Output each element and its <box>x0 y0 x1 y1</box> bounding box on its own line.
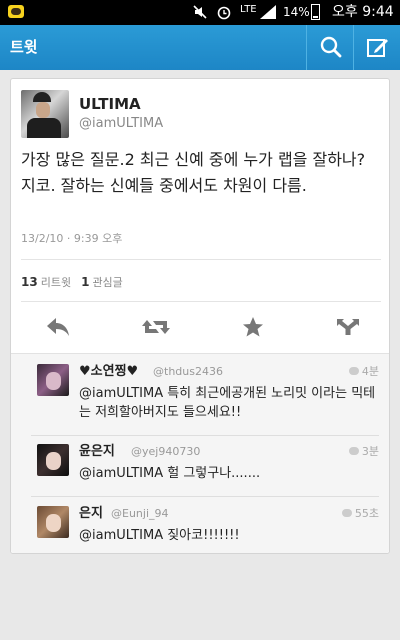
kakaotalk-icon <box>8 5 24 18</box>
action-bar: 트윗 <box>0 25 400 70</box>
retweet-count[interactable]: 13 <box>21 275 38 289</box>
alarm-icon <box>216 4 232 25</box>
status-clock: 오후 9:44 <box>332 4 394 20</box>
reply-text: @iamULTIMA 짖아코!!!!!!! <box>79 528 240 543</box>
battery-percent: 14% <box>283 5 310 19</box>
reply-time: 55초 <box>341 507 379 521</box>
more-icon <box>337 319 359 335</box>
lte-label: LTE <box>240 4 257 15</box>
favorite-count[interactable]: 1 <box>81 275 89 289</box>
author-name[interactable]: ULTIMA <box>79 95 141 113</box>
divider <box>21 259 381 260</box>
conversation-icon <box>341 509 352 517</box>
search-icon <box>320 36 342 58</box>
reply-avatar[interactable] <box>37 444 69 476</box>
author-avatar[interactable] <box>21 90 69 138</box>
reply-text: @iamULTIMA 특히 최근에공개된 노리밋 이라는 믹테는 저희할아버지도… <box>79 386 376 420</box>
reply-name[interactable]: 윤은지 <box>79 444 115 460</box>
tweet-stats: 13 리트윗 1 관심글 <box>21 275 123 290</box>
signal-icon <box>258 4 278 25</box>
reply-icon <box>47 318 69 336</box>
reply-item[interactable]: ♥소연찡♥ @thdus2436 4분 @iamULTIMA 특히 최근에공개된… <box>11 364 389 424</box>
conversation-icon <box>348 367 359 375</box>
divider <box>21 301 381 302</box>
reply-avatar[interactable] <box>37 364 69 396</box>
retweet-label[interactable]: 리트윗 <box>41 276 71 289</box>
battery-icon <box>311 4 320 20</box>
author-handle[interactable]: @iamULTIMA <box>79 116 163 132</box>
tweet-card: ULTIMA @iamULTIMA 가장 많은 질문.2 최근 신예 중에 누가… <box>10 78 390 554</box>
more-button[interactable] <box>327 312 367 342</box>
divider <box>31 496 379 497</box>
reply-name[interactable]: ♥소연찡♥ <box>79 364 138 380</box>
reply-name[interactable]: 은지 <box>79 506 103 522</box>
tweet-text: 가장 많은 질문.2 최근 신예 중에 누가 랩을 잘하나? 지코. 잘하는 신… <box>21 150 366 195</box>
divider <box>31 435 379 436</box>
retweet-button[interactable] <box>133 312 173 342</box>
reply-item[interactable]: 은지 @Eunji_94 55초 @iamULTIMA 짖아코!!!!!!! <box>11 506 389 548</box>
reply-button[interactable] <box>37 312 77 342</box>
reply-text: @iamULTIMA 헐 그렇구나....... <box>79 466 261 481</box>
page-title: 트윗 <box>10 38 38 56</box>
reply-handle[interactable]: @yej940730 <box>131 445 200 459</box>
reply-handle[interactable]: @thdus2436 <box>153 365 223 379</box>
tweet-timestamp: 13/2/10 · 9:39 오후 <box>21 232 123 245</box>
conversation-icon <box>348 447 359 455</box>
reply-time: 4분 <box>348 365 379 379</box>
search-button[interactable] <box>306 25 353 70</box>
compose-icon <box>367 39 388 57</box>
retweet-icon <box>142 320 170 334</box>
status-bar: LTE 14% 오후 9:44 <box>0 0 400 25</box>
mute-icon <box>192 4 208 25</box>
reply-avatar[interactable] <box>37 506 69 538</box>
favorite-icon <box>243 317 263 337</box>
reply-handle[interactable]: @Eunji_94 <box>111 507 169 521</box>
favorite-label[interactable]: 관심글 <box>92 276 122 289</box>
reply-list: ♥소연찡♥ @thdus2436 4분 @iamULTIMA 특히 최근에공개된… <box>11 353 389 553</box>
compose-button[interactable] <box>353 25 400 70</box>
reply-item[interactable]: 윤은지 @yej940730 3분 @iamULTIMA 헐 그렇구나.....… <box>11 444 389 486</box>
favorite-button[interactable] <box>233 312 273 342</box>
reply-time: 3분 <box>348 445 379 459</box>
